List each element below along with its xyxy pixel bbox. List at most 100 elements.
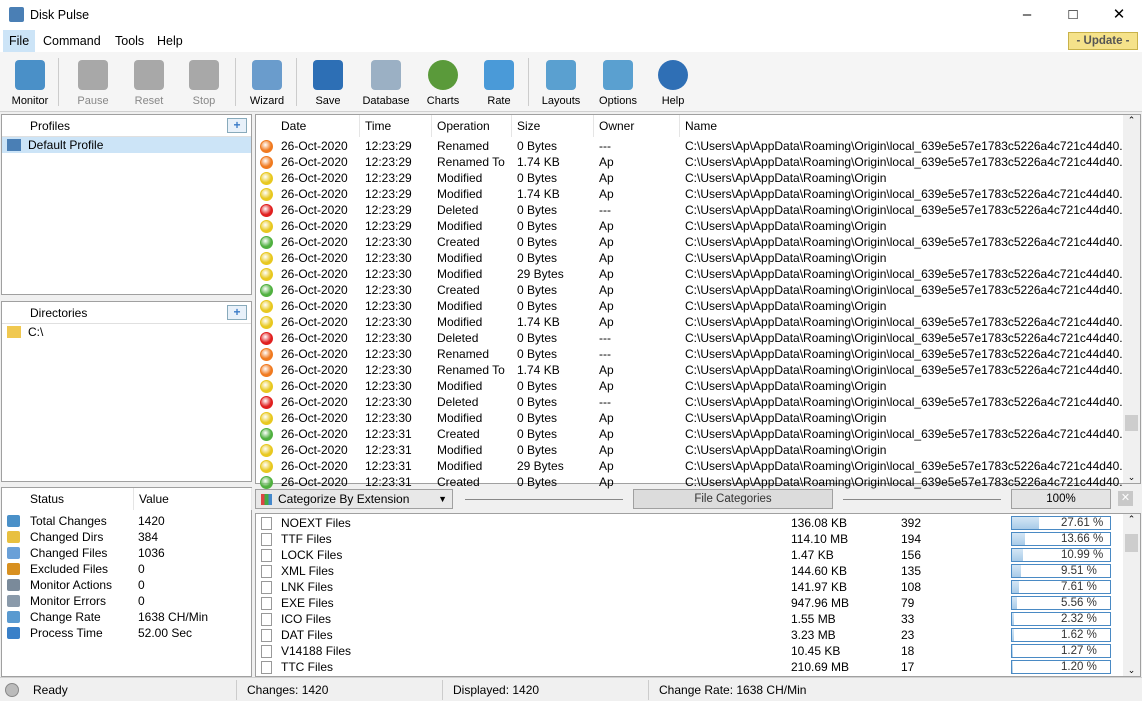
stop-button[interactable]: Stop [176, 56, 232, 110]
close-categories-button[interactable]: ✕ [1118, 491, 1133, 506]
event-row[interactable]: 26-Oct-2020 12:23:29 Modified 0 Bytes Ap C:\U… [256, 218, 1124, 234]
event-owner: Ap [599, 283, 614, 297]
event-row[interactable]: 26-Oct-2020 12:23:30 Modified 1.74 KB Ap C:\U… [256, 314, 1124, 330]
profile-item[interactable]: Default Profile [2, 137, 251, 153]
event-owner: --- [599, 203, 611, 217]
col-header-name[interactable]: Name [680, 115, 1124, 137]
category-percent-bar: 10.99 % [1011, 548, 1111, 562]
menu-tools[interactable]: Tools [109, 30, 150, 52]
event-owner: Ap [599, 315, 614, 329]
save-button[interactable]: Save [300, 56, 356, 110]
category-percent-bar: 5.56 % [1011, 596, 1111, 610]
pause-button[interactable]: Pause [65, 56, 121, 110]
category-row[interactable]: TTF Files 114.10 MB 194 13.66 % [256, 531, 1126, 547]
event-row[interactable]: 26-Oct-2020 12:23:31 Modified 29 Bytes Ap C:\… [256, 458, 1124, 474]
menu-file[interactable]: File [3, 30, 36, 52]
event-time: 12:23:29 [365, 171, 412, 185]
charts-button[interactable]: Charts [415, 56, 471, 110]
event-row[interactable]: 26-Oct-2020 12:23:31 Modified 0 Bytes Ap C:\U… [256, 442, 1124, 458]
rate-button[interactable]: Rate [471, 56, 527, 110]
event-operation: Modified [437, 171, 483, 185]
rate-icon [484, 60, 514, 90]
event-row[interactable]: 26-Oct-2020 12:23:30 Created 0 Bytes Ap C:\Us… [256, 282, 1124, 298]
wizard-button[interactable]: Wizard [239, 56, 295, 110]
event-row[interactable]: 26-Oct-2020 12:23:30 Deleted 0 Bytes --- C:\U… [256, 394, 1124, 410]
category-row[interactable]: EXE Files 947.96 MB 79 5.56 % [256, 595, 1126, 611]
menu-help[interactable]: Help [151, 30, 189, 52]
event-size: 0 Bytes [517, 251, 558, 265]
category-row[interactable]: ICO Files 1.55 MB 33 2.32 % [256, 611, 1126, 627]
event-row[interactable]: 26-Oct-2020 12:23:31 Created 0 Bytes Ap C:\Us… [256, 426, 1124, 442]
profiles-header: Profiles [30, 119, 71, 133]
event-row[interactable]: 26-Oct-2020 12:23:30 Deleted 0 Bytes --- C:\U… [256, 330, 1124, 346]
category-row[interactable]: NOEXT Files 136.08 KB 392 27.61 % [256, 515, 1126, 531]
minimize-button[interactable]: – [1004, 0, 1050, 30]
event-row[interactable]: 26-Oct-2020 12:23:30 Modified 0 Bytes Ap C:\U… [256, 250, 1124, 266]
event-row[interactable]: 26-Oct-2020 12:23:30 Renamed To 1.74 KB Ap C:… [256, 362, 1124, 378]
menu-command[interactable]: Command [37, 30, 107, 52]
event-row[interactable]: 26-Oct-2020 12:23:29 Deleted 0 Bytes --- C:\U… [256, 202, 1124, 218]
title-bar: Disk Pulse – □ ✕ [0, 0, 1142, 30]
add-profile-button[interactable]: + [227, 118, 247, 133]
status-row: Process Time 52.00 Sec [2, 625, 252, 641]
event-row[interactable]: 26-Oct-2020 12:23:30 Created 0 Bytes Ap C:\Us… [256, 234, 1124, 250]
categories-icon [261, 494, 272, 505]
event-row[interactable]: 26-Oct-2020 12:23:29 Modified 0 Bytes Ap C:\U… [256, 170, 1124, 186]
event-time: 12:23:30 [365, 315, 412, 329]
status-icon [7, 611, 20, 623]
add-directory-button[interactable]: + [227, 305, 247, 320]
toolbar-separator [58, 58, 59, 106]
options-button[interactable]: Options [590, 56, 646, 110]
categorize-select[interactable]: Categorize By Extension ▼ [255, 489, 453, 509]
status-key: Excluded Files [30, 562, 109, 576]
event-size: 1.74 KB [517, 315, 560, 329]
help-button[interactable]: Help [645, 56, 701, 110]
event-row[interactable]: 26-Oct-2020 12:23:30 Modified 29 Bytes Ap C:\… [256, 266, 1124, 282]
category-row[interactable]: TTC Files 210.69 MB 17 1.20 % [256, 659, 1126, 675]
update-button[interactable]: - Update - [1068, 32, 1138, 50]
database-button[interactable]: Database [358, 56, 414, 110]
col-header-date[interactable]: Date [276, 115, 360, 137]
category-row[interactable]: LNK Files 141.97 KB 108 7.61 % [256, 579, 1126, 595]
col-header-operation[interactable]: Operation [432, 115, 512, 137]
reset-button[interactable]: Reset [121, 56, 177, 110]
value-col-header[interactable]: Value [134, 488, 252, 510]
layouts-button[interactable]: Layouts [533, 56, 589, 110]
event-row[interactable]: 26-Oct-2020 12:23:30 Modified 0 Bytes Ap C:\U… [256, 298, 1124, 314]
category-row[interactable]: XML Files 144.60 KB 135 9.51 % [256, 563, 1126, 579]
event-row[interactable]: 26-Oct-2020 12:23:29 Renamed To 1.74 KB Ap C:… [256, 154, 1124, 170]
events-scrollbar[interactable]: ⌃ ⌄ [1123, 115, 1140, 483]
zoom-button[interactable]: 100% [1011, 489, 1111, 509]
category-percent-bar: 9.51 % [1011, 564, 1111, 578]
category-row[interactable]: LOCK Files 1.47 KB 156 10.99 % [256, 547, 1126, 563]
event-status-icon [260, 347, 273, 361]
maximize-button[interactable]: □ [1050, 0, 1096, 30]
category-percent-bar: 1.62 % [1011, 628, 1111, 642]
event-time: 12:23:30 [365, 283, 412, 297]
event-row[interactable]: 26-Oct-2020 12:23:30 Modified 0 Bytes Ap C:\U… [256, 410, 1124, 426]
status-col-header[interactable]: Status [2, 488, 134, 510]
event-row[interactable]: 26-Oct-2020 12:23:30 Modified 0 Bytes Ap C:\U… [256, 378, 1124, 394]
event-time: 12:23:31 [365, 459, 412, 473]
file-categories-button[interactable]: File Categories [633, 489, 833, 509]
status-row: Total Changes 1420 [2, 513, 252, 529]
col-header-owner[interactable]: Owner [594, 115, 680, 137]
event-name: C:\Users\Ap\AppData\Roaming\Origin [685, 443, 887, 457]
event-row[interactable]: 26-Oct-2020 12:23:30 Renamed 0 Bytes --- C:\U… [256, 346, 1124, 362]
event-operation: Renamed [437, 139, 490, 153]
directory-item[interactable]: C:\ [2, 324, 251, 340]
event-operation: Deleted [437, 395, 479, 409]
event-operation: Renamed To [437, 155, 505, 169]
category-row[interactable]: V14188 Files 10.45 KB 18 1.27 % [256, 643, 1126, 659]
close-button[interactable]: ✕ [1096, 0, 1142, 30]
category-row[interactable]: DAT Files 3.23 MB 23 1.62 % [256, 627, 1126, 643]
event-row[interactable]: 26-Oct-2020 12:23:29 Renamed 0 Bytes --- C:\U… [256, 138, 1124, 154]
monitor-button[interactable]: Monitor [2, 56, 58, 110]
col-header-size[interactable]: Size [512, 115, 594, 137]
file-type-icon [261, 549, 272, 562]
event-name: C:\Users\Ap\AppData\Roaming\Origin\local… [685, 187, 1123, 201]
event-name: C:\Users\Ap\AppData\Roaming\Origin\local… [685, 459, 1123, 473]
categories-scrollbar[interactable]: ⌃ ⌄ [1123, 514, 1140, 676]
col-header-time[interactable]: Time [360, 115, 432, 137]
event-row[interactable]: 26-Oct-2020 12:23:29 Modified 1.74 KB Ap C:\U… [256, 186, 1124, 202]
